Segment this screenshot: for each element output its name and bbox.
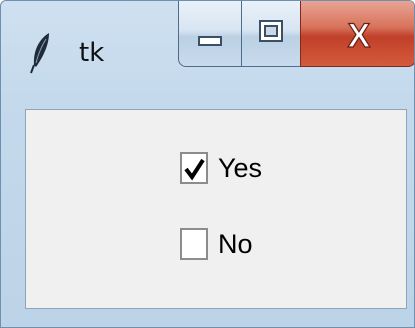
checkbox-no[interactable]: No xyxy=(180,224,253,264)
window-title: tk xyxy=(79,38,105,68)
close-glyph: X xyxy=(348,17,371,55)
window-controls: X xyxy=(178,1,414,69)
minimize-button[interactable] xyxy=(178,1,242,67)
maximize-icon xyxy=(259,20,283,42)
close-icon: X xyxy=(347,16,371,55)
title-bar[interactable]: tk X xyxy=(1,1,414,97)
checkbox-yes-box[interactable] xyxy=(180,152,208,184)
close-button[interactable]: X xyxy=(300,1,414,67)
tk-window: tk X Yes No xyxy=(0,0,415,328)
checkbox-yes-label: Yes xyxy=(218,153,263,183)
checkbox-yes[interactable]: Yes xyxy=(180,148,262,188)
feather-icon xyxy=(29,31,55,75)
checkbox-no-box[interactable] xyxy=(180,228,208,260)
checkbox-no-label: No xyxy=(218,229,253,259)
minimize-icon xyxy=(198,36,222,46)
maximize-button[interactable] xyxy=(241,1,301,67)
client-area: Yes No xyxy=(25,109,407,309)
checkmark-icon xyxy=(184,158,205,181)
